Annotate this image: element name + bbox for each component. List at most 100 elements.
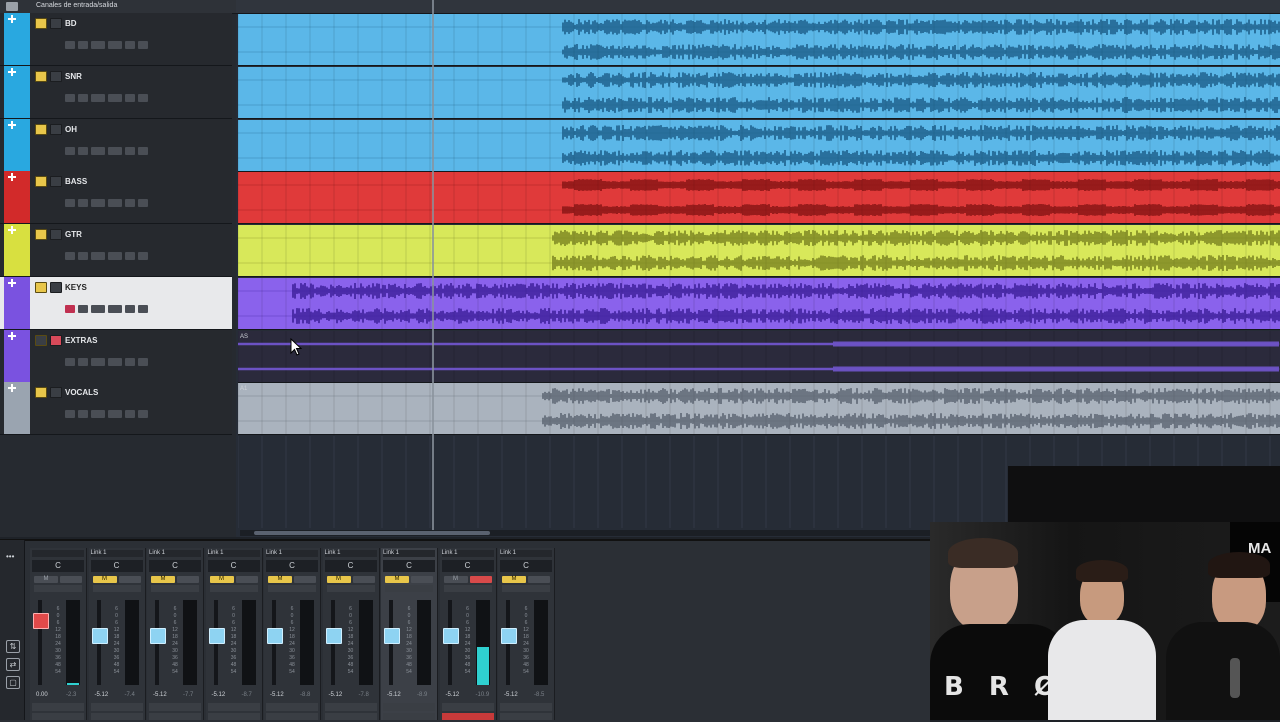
channel-strip[interactable]: Link 1 C M 6 0 6 12 18 24 30 36 48 54 -5.12 -7.7 <box>147 548 204 720</box>
fader-track[interactable] <box>267 600 283 685</box>
freeze-button[interactable] <box>138 93 148 102</box>
edit-button[interactable] <box>125 41 135 49</box>
track-color-strip[interactable] <box>4 65 30 118</box>
mute-button[interactable] <box>35 18 47 29</box>
freeze-button[interactable] <box>138 304 148 313</box>
pan-control[interactable]: C <box>500 560 552 572</box>
mute-button[interactable]: M <box>151 576 175 583</box>
audio-event-lane[interactable] <box>238 277 1280 330</box>
solo-button[interactable] <box>50 281 62 293</box>
edit-button[interactable] <box>125 410 135 419</box>
fader-handle[interactable] <box>501 628 517 645</box>
pan-control[interactable]: C <box>383 560 435 572</box>
freeze-button[interactable] <box>138 146 148 155</box>
monitor-button[interactable] <box>78 357 88 366</box>
strip-footer[interactable] <box>383 703 435 711</box>
read-button[interactable] <box>91 252 105 260</box>
mixer-view-icon[interactable]: ⇅ <box>6 640 20 653</box>
audio-event-lane[interactable] <box>238 172 1280 225</box>
fader-track[interactable] <box>325 600 342 685</box>
channel-strip[interactable]: Link 1 C M 6 0 6 12 18 24 30 36 48 54 -5.12 -8.9 <box>381 548 438 720</box>
track-color-strip[interactable] <box>4 224 30 276</box>
track-header[interactable]: SNR <box>0 65 232 119</box>
track-header[interactable]: EXTRAS <box>0 329 232 383</box>
monitor-row[interactable] <box>326 585 375 592</box>
channel-strip[interactable]: Link 1 C M 6 0 6 12 18 24 30 36 48 54 -5.12 -8.5 <box>498 548 555 720</box>
freeze-button[interactable] <box>138 199 148 208</box>
track-color-strip[interactable] <box>4 13 30 65</box>
mute-button[interactable] <box>35 334 47 346</box>
fader-track[interactable] <box>208 600 225 685</box>
pan-control[interactable]: C <box>266 560 318 572</box>
fader-value[interactable]: -5.12 <box>212 692 226 698</box>
strip-footer[interactable] <box>32 703 84 711</box>
mute-button[interactable]: M <box>34 576 58 583</box>
link-label[interactable]: Link 1 <box>324 550 377 557</box>
monitor-row[interactable] <box>268 585 316 592</box>
solo-button[interactable] <box>411 576 433 583</box>
freeze-button[interactable] <box>138 252 148 260</box>
solo-button[interactable] <box>50 334 62 346</box>
strip-footer[interactable] <box>149 703 201 711</box>
fader-value[interactable]: -5.12 <box>504 692 518 698</box>
fader-track[interactable] <box>384 600 400 685</box>
fader-track[interactable] <box>150 600 166 685</box>
fader-track[interactable] <box>442 600 459 685</box>
more-icon[interactable]: ••• <box>6 552 14 561</box>
mute-button[interactable]: M <box>502 576 526 583</box>
fader-track[interactable] <box>33 600 49 685</box>
routing-icon[interactable]: ⇄ <box>6 658 20 671</box>
fader-track[interactable] <box>91 600 108 685</box>
fader-value[interactable]: -5.12 <box>446 692 460 698</box>
link-label[interactable]: Link 1 <box>266 550 318 557</box>
solo-button[interactable] <box>60 576 82 583</box>
edit-button[interactable] <box>125 146 135 155</box>
write-button[interactable] <box>108 41 122 49</box>
link-label[interactable] <box>32 550 84 557</box>
monitor-row[interactable] <box>151 585 199 592</box>
pan-control[interactable]: C <box>32 560 84 572</box>
solo-button[interactable] <box>177 576 199 583</box>
fader-handle[interactable] <box>91 628 108 645</box>
track-header[interactable]: OH <box>0 118 232 172</box>
record-enable-button[interactable] <box>65 357 75 366</box>
channel-strip[interactable]: Link 1 C M 6 0 6 12 18 24 30 36 48 54 -5.12 -10.9 <box>439 548 497 720</box>
channel-strip[interactable]: Link 1 C M 6 0 6 12 18 24 30 36 48 54 -5.12 -8.7 <box>205 548 263 720</box>
monitor-button[interactable] <box>78 410 88 419</box>
strip-footer-2[interactable] <box>90 713 143 720</box>
write-button[interactable] <box>108 304 122 313</box>
freeze-button[interactable] <box>138 357 148 366</box>
strip-footer-2[interactable] <box>441 713 494 720</box>
fader-handle[interactable] <box>325 628 342 645</box>
audio-event-lane[interactable] <box>238 14 1280 66</box>
solo-button[interactable] <box>50 176 62 188</box>
fader-value[interactable]: -5.12 <box>270 692 284 698</box>
strip-footer-2[interactable] <box>500 713 552 720</box>
monitor-row[interactable] <box>34 585 82 592</box>
strip-footer[interactable] <box>90 703 143 711</box>
mute-button[interactable] <box>35 123 47 135</box>
mute-button[interactable]: M <box>268 576 292 583</box>
fader-handle[interactable] <box>384 628 400 645</box>
solo-button[interactable] <box>294 576 316 583</box>
audio-event-lane[interactable] <box>238 119 1280 172</box>
monitor-button[interactable] <box>78 41 88 49</box>
track-header[interactable]: KEYS <box>0 276 232 330</box>
audio-event-lane[interactable]: A1 <box>238 383 1280 436</box>
record-enable-button[interactable] <box>65 41 75 49</box>
horizontal-scrollbar[interactable] <box>240 530 930 536</box>
track-header[interactable]: BD <box>0 13 232 66</box>
folder-icon[interactable] <box>6 2 18 11</box>
link-label[interactable]: Link 1 <box>207 550 260 557</box>
pan-control[interactable]: C <box>324 560 377 572</box>
monitor-row[interactable] <box>443 585 492 592</box>
read-button[interactable] <box>91 199 105 208</box>
strip-footer-2[interactable] <box>324 713 377 720</box>
solo-button[interactable] <box>50 387 62 399</box>
fader-value[interactable]: -5.12 <box>329 692 343 698</box>
track-header[interactable]: GTR <box>0 224 232 277</box>
fader-handle[interactable] <box>150 628 166 645</box>
monitor-row[interactable] <box>385 585 433 592</box>
monitor-row[interactable] <box>502 585 550 592</box>
pan-control[interactable]: C <box>441 560 494 572</box>
